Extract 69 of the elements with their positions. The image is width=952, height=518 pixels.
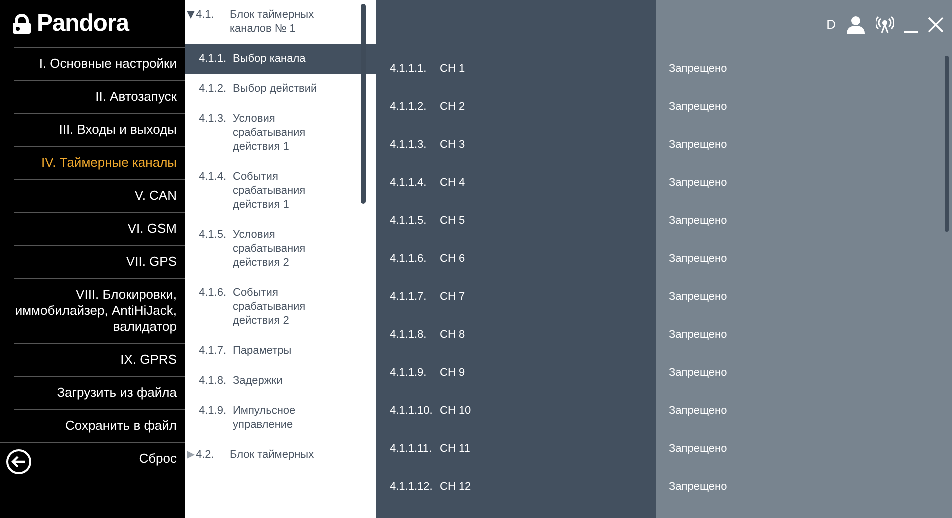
- channel-value[interactable]: Запрещено: [669, 98, 728, 116]
- tree-item[interactable]: 4.1.7. Параметры: [185, 336, 376, 366]
- channel-value[interactable]: Запрещено: [669, 402, 728, 420]
- expanded-triangle-icon: [187, 11, 195, 19]
- channel-value[interactable]: Запрещено: [669, 326, 728, 344]
- channel-number: 4.1.1.2.: [389, 100, 428, 115]
- menu-item[interactable]: Сохранить в файл: [65, 410, 185, 442]
- close-icon[interactable]: [928, 17, 944, 33]
- channel-number: 4.1.1.7.: [389, 290, 428, 305]
- channel-number: 4.1.1.5.: [389, 214, 428, 229]
- channel-name: CH 3: [440, 138, 466, 153]
- menu-item[interactable]: III. Входы и выходы: [59, 114, 185, 146]
- channel-name: CH 2: [440, 100, 466, 115]
- menu-item[interactable]: Сброс: [139, 443, 185, 475]
- channel-number: 4.1.1.4.: [389, 176, 428, 191]
- channel-name: CH 10: [440, 404, 472, 419]
- channel-name: CH 1: [440, 62, 466, 77]
- tree-item[interactable]: 4.1.4. События срабатывания действия 1: [185, 162, 376, 220]
- padlock-icon: [11, 12, 33, 34]
- channel-name: CH 8: [440, 328, 466, 343]
- scrollbar[interactable]: [361, 4, 366, 204]
- menu-item[interactable]: IX. GPRS: [120, 344, 185, 376]
- logo-text: Pandora: [37, 12, 129, 36]
- channel-name: CH 4: [440, 176, 466, 191]
- channel-value[interactable]: Запрещено: [669, 136, 728, 154]
- channel-number: 4.1.1.12.: [389, 480, 434, 495]
- scrollbar[interactable]: [945, 56, 949, 232]
- tree-item[interactable]: 4.1.9. Импульсное управление: [185, 396, 376, 440]
- channel-name: CH 11: [440, 442, 470, 457]
- user-letter: D: [826, 16, 836, 34]
- menu-item[interactable]: VII. GPS: [126, 246, 185, 278]
- tree-item[interactable]: 4.1. Блок таймерных каналов № 1: [185, 0, 376, 44]
- channel-number: 4.1.1.10.: [389, 404, 434, 419]
- channel-value[interactable]: Запрещено: [669, 440, 728, 458]
- channel-number: 4.1.1.8.: [389, 328, 428, 343]
- channel-number: 4.1.1.6.: [389, 252, 428, 267]
- channel-value[interactable]: Запрещено: [669, 174, 728, 192]
- tree-item[interactable]: 4.1.5. Условия срабатывания действия 2: [185, 220, 376, 278]
- channel-value[interactable]: Запрещено: [669, 288, 728, 306]
- antenna-icon[interactable]: [876, 16, 894, 34]
- channel-value[interactable]: Запрещено: [669, 478, 728, 496]
- channel-name: CH 7: [440, 290, 466, 305]
- channel-value[interactable]: Запрещено: [669, 364, 728, 382]
- channel-number: 4.1.1.11.: [389, 442, 433, 457]
- channel-number: 4.1.1.3.: [389, 138, 428, 153]
- channel-number: 4.1.1.9.: [389, 366, 428, 381]
- menu-item[interactable]: Загрузить из файла: [57, 377, 185, 409]
- channel-value[interactable]: Запрещено: [669, 250, 728, 268]
- tree-item[interactable]: 4.1.3. Условия срабатывания действия 1: [185, 104, 376, 162]
- menu-item[interactable]: II. Автозапуск: [96, 81, 185, 113]
- channel-name: CH 5: [440, 214, 466, 229]
- menu-item[interactable]: I. Основные настройки: [39, 48, 185, 80]
- tree-item[interactable]: 4.1.6. События срабатывания действия 2: [185, 278, 376, 336]
- tree-item[interactable]: 4.2. Блок таймерных: [185, 440, 376, 470]
- user-icon[interactable]: [846, 16, 866, 34]
- menu-item[interactable]: V. CAN: [134, 180, 185, 212]
- menu-item[interactable]: VIII. Блокировки, иммобилайзер, AntiHiJack, валидатор: [14, 279, 185, 343]
- channel-name: CH 6: [440, 252, 466, 267]
- collapsed-triangle-icon: [187, 451, 195, 459]
- tree-item[interactable]: 4.1.2. Выбор действий: [185, 74, 376, 104]
- channel-value[interactable]: Запрещено: [669, 212, 728, 230]
- channel-name: CH 12: [440, 480, 472, 495]
- channel-name: CH 9: [440, 366, 466, 381]
- channel-value[interactable]: Запрещено: [669, 60, 728, 78]
- menu-item[interactable]: IV. Таймерные каналы: [42, 147, 185, 179]
- menu-item[interactable]: VI. GSM: [128, 213, 185, 245]
- tree-item[interactable]: 4.1.8. Задержки: [185, 366, 376, 396]
- tree-item[interactable]: 4.1.1. Выбор канала: [185, 44, 376, 74]
- channel-number: 4.1.1.1.: [389, 62, 428, 77]
